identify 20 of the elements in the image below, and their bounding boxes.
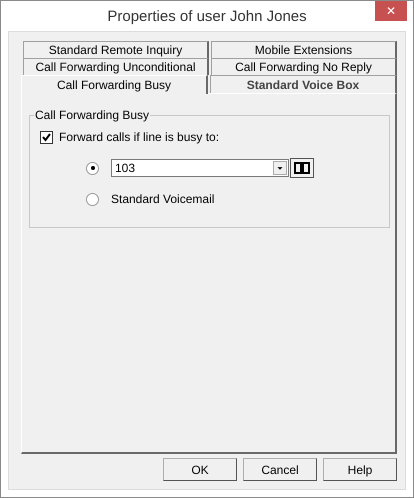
dialog-button[interactable]: OK <box>163 458 237 481</box>
tab[interactable]: Standard Remote Inquiry <box>23 41 209 58</box>
tab[interactable]: Standard Voice Box <box>210 75 397 93</box>
radio-button[interactable] <box>86 162 99 174</box>
number-combo-box[interactable]: 103 <box>111 159 289 177</box>
tab[interactable]: Call Forwarding Busy <box>21 75 208 94</box>
window-title: Properties of user John Jones <box>107 8 307 24</box>
dialog-button[interactable]: Help <box>323 458 397 481</box>
tab[interactable]: Call Forwarding No Reply <box>211 58 397 75</box>
tab[interactable]: Call Forwarding Unconditional <box>23 58 209 75</box>
radio-label[interactable]: Standard Voicemail <box>111 192 214 206</box>
book-icon <box>294 162 310 174</box>
dialog-button[interactable]: Cancel <box>243 458 317 481</box>
close-button[interactable]: ✕ <box>375 1 407 21</box>
checkbox-label[interactable]: Forward calls if line is busy to: <box>59 130 220 144</box>
checkbox[interactable] <box>40 130 53 144</box>
group-title: Call Forwarding Busy <box>34 108 150 122</box>
tab[interactable]: Mobile Extensions <box>211 41 397 58</box>
phonebook-button[interactable] <box>290 158 314 178</box>
radio-button[interactable] <box>86 192 99 206</box>
